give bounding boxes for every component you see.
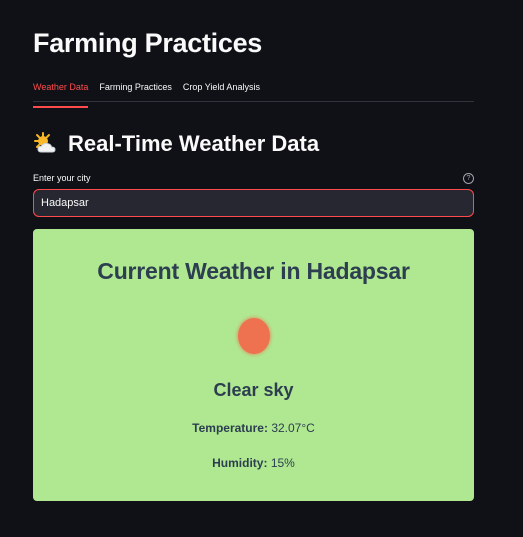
tab-crop-yield-analysis[interactable]: Crop Yield Analysis: [183, 75, 260, 101]
city-field-label: Enter your city: [33, 173, 91, 183]
humidity-label: Humidity:: [212, 456, 268, 470]
temperature-value: 32.07°C: [271, 421, 315, 435]
question-circle-icon[interactable]: ?: [463, 172, 474, 184]
city-input[interactable]: [33, 189, 474, 217]
weather-card: Current Weather in Hadapsar Clear sky Te…: [33, 229, 474, 501]
temperature-stat: Temperature: 32.07°C: [33, 421, 474, 435]
temperature-label: Temperature:: [192, 421, 268, 435]
app-container: Farming Practices Weather Data Farming P…: [0, 0, 523, 537]
sun-behind-cloud-icon: [33, 132, 59, 156]
section-header: Real-Time Weather Data: [33, 128, 474, 160]
city-field-label-row: Enter your city ?: [33, 170, 474, 186]
weather-description: Clear sky: [213, 380, 294, 400]
tab-bar: Weather Data Farming Practices Crop Yiel…: [33, 75, 474, 108]
page-title: Farming Practices: [33, 28, 263, 58]
tab-weather-data[interactable]: Weather Data: [33, 75, 89, 108]
section-title: Real-Time Weather Data: [68, 131, 320, 156]
tab-farming-practices[interactable]: Farming Practices: [99, 75, 172, 101]
humidity-value: 15%: [270, 456, 295, 470]
sun-icon: [237, 318, 270, 354]
humidity-stat: Humidity: 15%: [33, 456, 474, 470]
weather-card-title: Current Weather in Hadapsar: [97, 258, 410, 284]
